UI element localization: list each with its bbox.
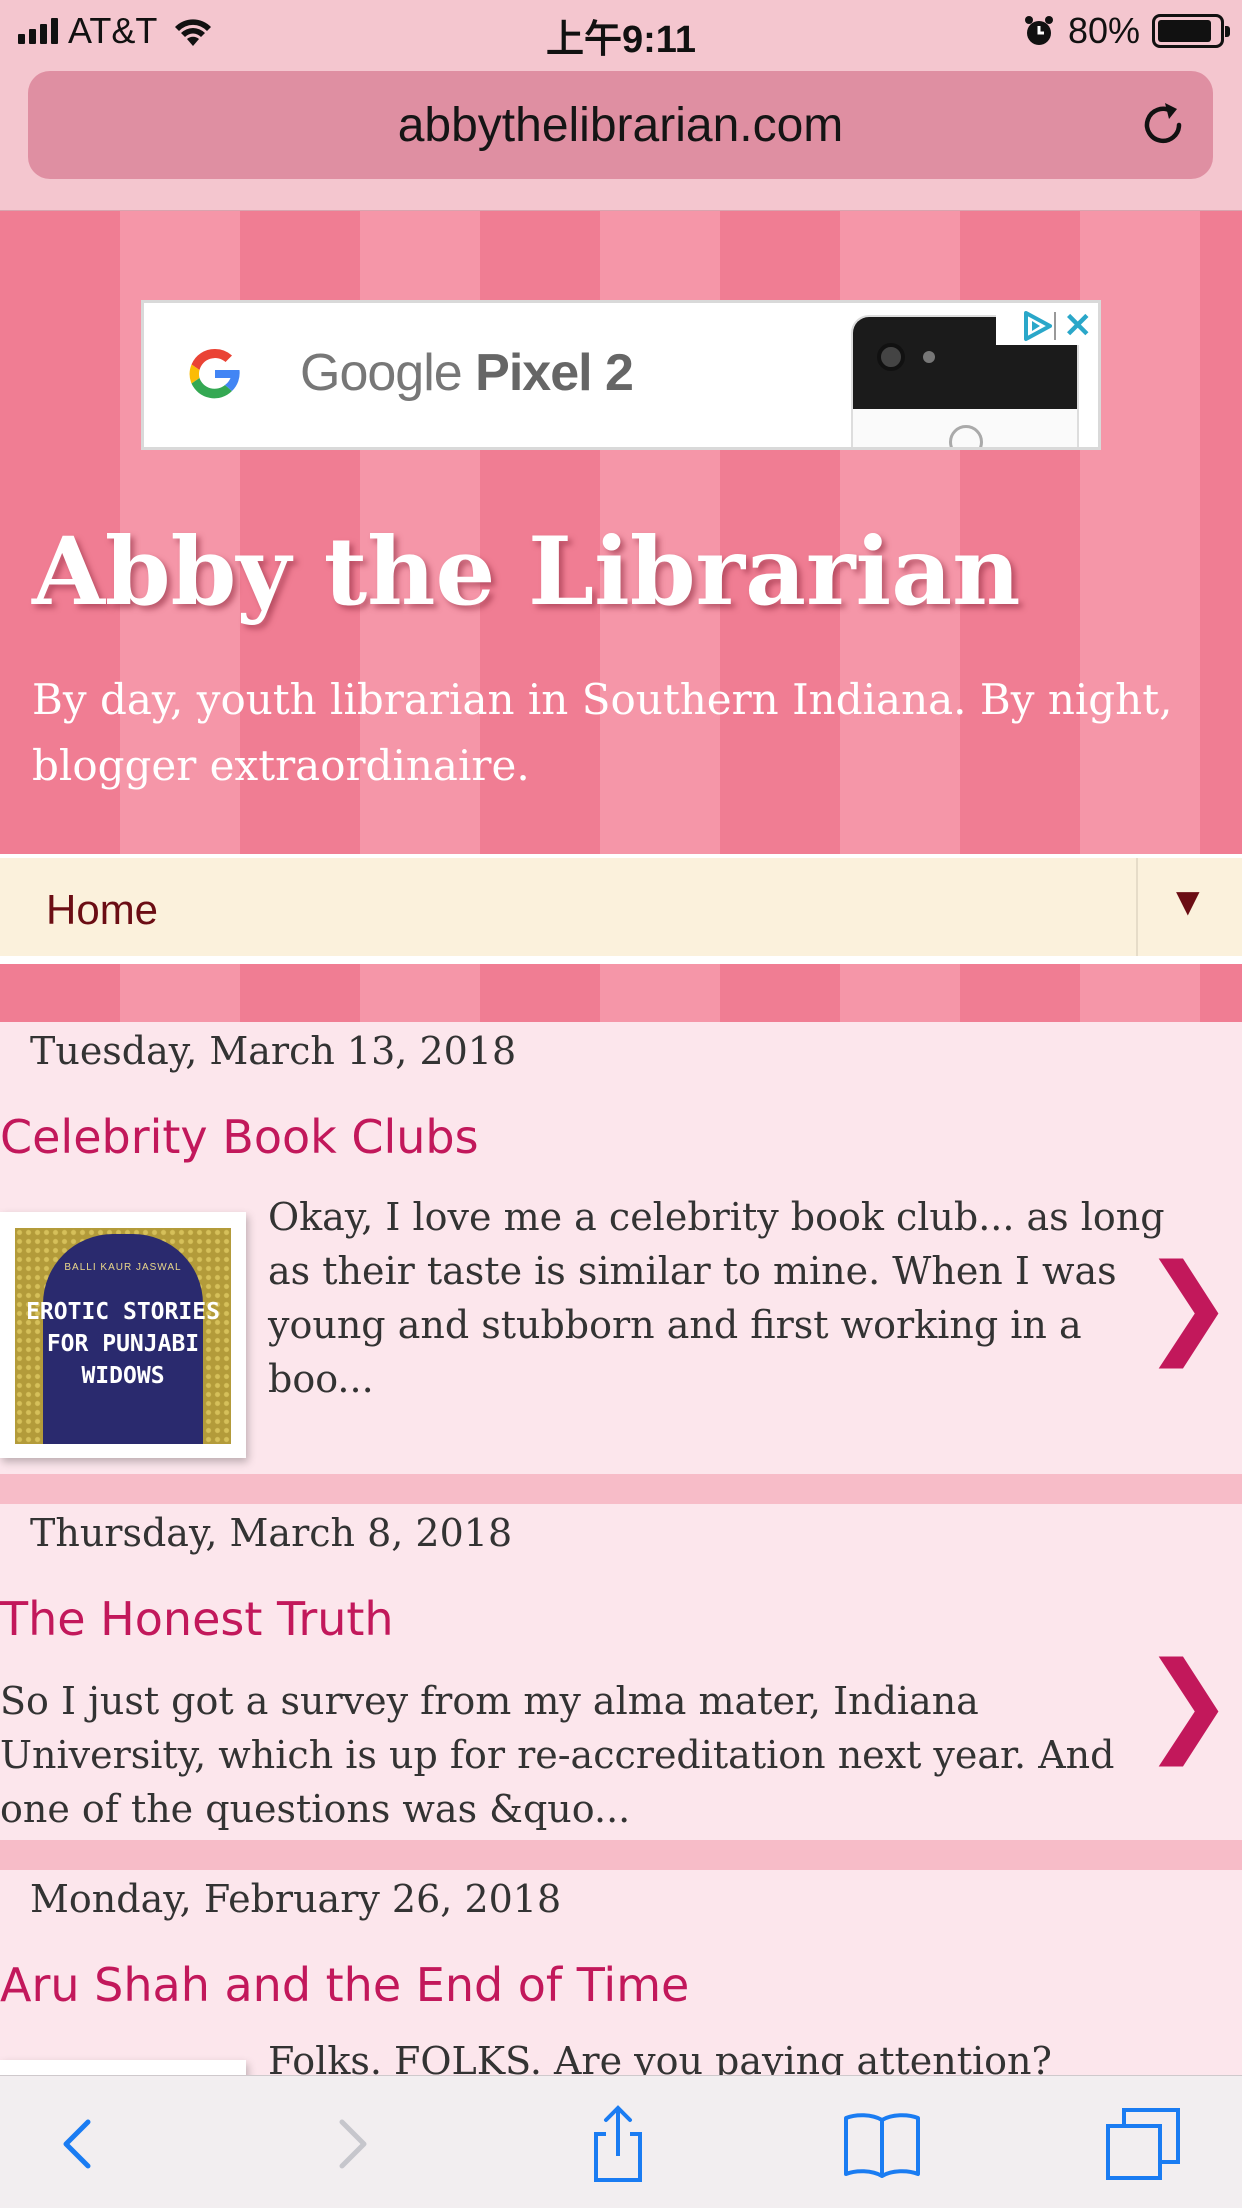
forward-button[interactable] <box>312 2104 392 2184</box>
post-item[interactable]: Monday, February 26, 2018 Aru Shah and t… <box>0 1870 1242 2208</box>
reload-icon[interactable] <box>1135 97 1191 153</box>
chevron-right-icon[interactable]: ❯ <box>1142 1240 1234 1368</box>
book-cover-image: BALLI KAUR JASWAL EROTIC STORIES FOR PUN… <box>15 1228 231 1444</box>
nav-home-link[interactable]: Home <box>46 886 158 934</box>
post-item[interactable]: Thursday, March 8, 2018 The Honest Truth… <box>0 1504 1242 1840</box>
book-icon <box>844 2113 920 2178</box>
book-author: BALLI KAUR JASWAL <box>64 1262 182 1273</box>
nav-divider <box>1136 858 1138 956</box>
browser-chrome: AT&T 上午9:11 80% abbythelibrarian.com <box>0 0 1242 211</box>
status-right: 80% <box>1022 10 1230 52</box>
ad-product: Pixel 2 <box>475 344 634 402</box>
tabs-icon <box>1106 2108 1180 2180</box>
battery-percent: 80% <box>1067 10 1140 51</box>
post-thumbnail[interactable]: BALLI KAUR JASWAL EROTIC STORIES FOR PUN… <box>0 1212 246 1458</box>
ad-banner[interactable]: Google Pixel 2 ✕ <box>141 300 1101 450</box>
ad-brand: Google <box>300 344 463 402</box>
ad-text: Google Pixel 2 <box>300 343 634 403</box>
alarm-icon <box>1024 16 1053 45</box>
chevron-left-icon <box>63 2119 91 2169</box>
google-logo-icon <box>189 348 240 399</box>
back-button[interactable] <box>38 2104 118 2184</box>
browser-toolbar <box>0 2075 1242 2208</box>
post-date: Monday, February 26, 2018 <box>30 1877 562 1921</box>
tabs-button[interactable] <box>1104 2104 1184 2184</box>
chevron-right-icon <box>339 2119 367 2169</box>
blog-header: Google Pixel 2 ✕ Abby the Librarian By d… <box>0 211 1242 854</box>
adchoices[interactable]: ✕ <box>996 307 1092 345</box>
share-icon <box>594 2105 642 2182</box>
post-item[interactable]: Tuesday, March 13, 2018 Celebrity Book C… <box>0 1022 1242 1474</box>
post-date: Thursday, March 8, 2018 <box>30 1511 513 1555</box>
blog-description: By day, youth librarian in Southern Indi… <box>32 675 1173 790</box>
nav-bar: Home ▼ <box>0 854 1242 964</box>
status-bar: AT&T 上午9:11 80% <box>0 0 1242 62</box>
nav-dropdown-toggle[interactable]: ▼ <box>1168 880 1208 925</box>
post-title[interactable]: The Honest Truth <box>0 1592 394 1646</box>
post-excerpt: Okay, I love me a celebrity book club...… <box>268 1195 1165 1401</box>
bookmarks-button[interactable] <box>842 2104 922 2184</box>
chevron-right-icon[interactable]: ❯ <box>1142 1638 1234 1766</box>
post-separator <box>0 1840 1242 1870</box>
address-bar[interactable]: abbythelibrarian.com <box>28 71 1213 179</box>
book-cover-title: EROTIC STORIES FOR PUNJABI WIDOWS <box>26 1299 220 1389</box>
blog-title[interactable]: Abby the Librarian <box>32 517 1020 627</box>
ad-close-icon[interactable]: ✕ <box>1064 306 1093 346</box>
share-button[interactable] <box>578 2104 658 2184</box>
url-text: abbythelibrarian.com <box>397 98 844 152</box>
battery-icon <box>1152 14 1230 48</box>
post-date: Tuesday, March 13, 2018 <box>30 1029 517 1073</box>
post-excerpt: So I just got a survey from my alma mate… <box>0 1679 1115 1831</box>
adchoices-icon[interactable] <box>1018 309 1058 343</box>
post-separator <box>0 1474 1242 1504</box>
post-title[interactable]: Celebrity Book Clubs <box>0 1110 479 1164</box>
post-title[interactable]: Aru Shah and the End of Time <box>0 1958 689 2012</box>
header-stripe-gap <box>0 964 1242 1022</box>
